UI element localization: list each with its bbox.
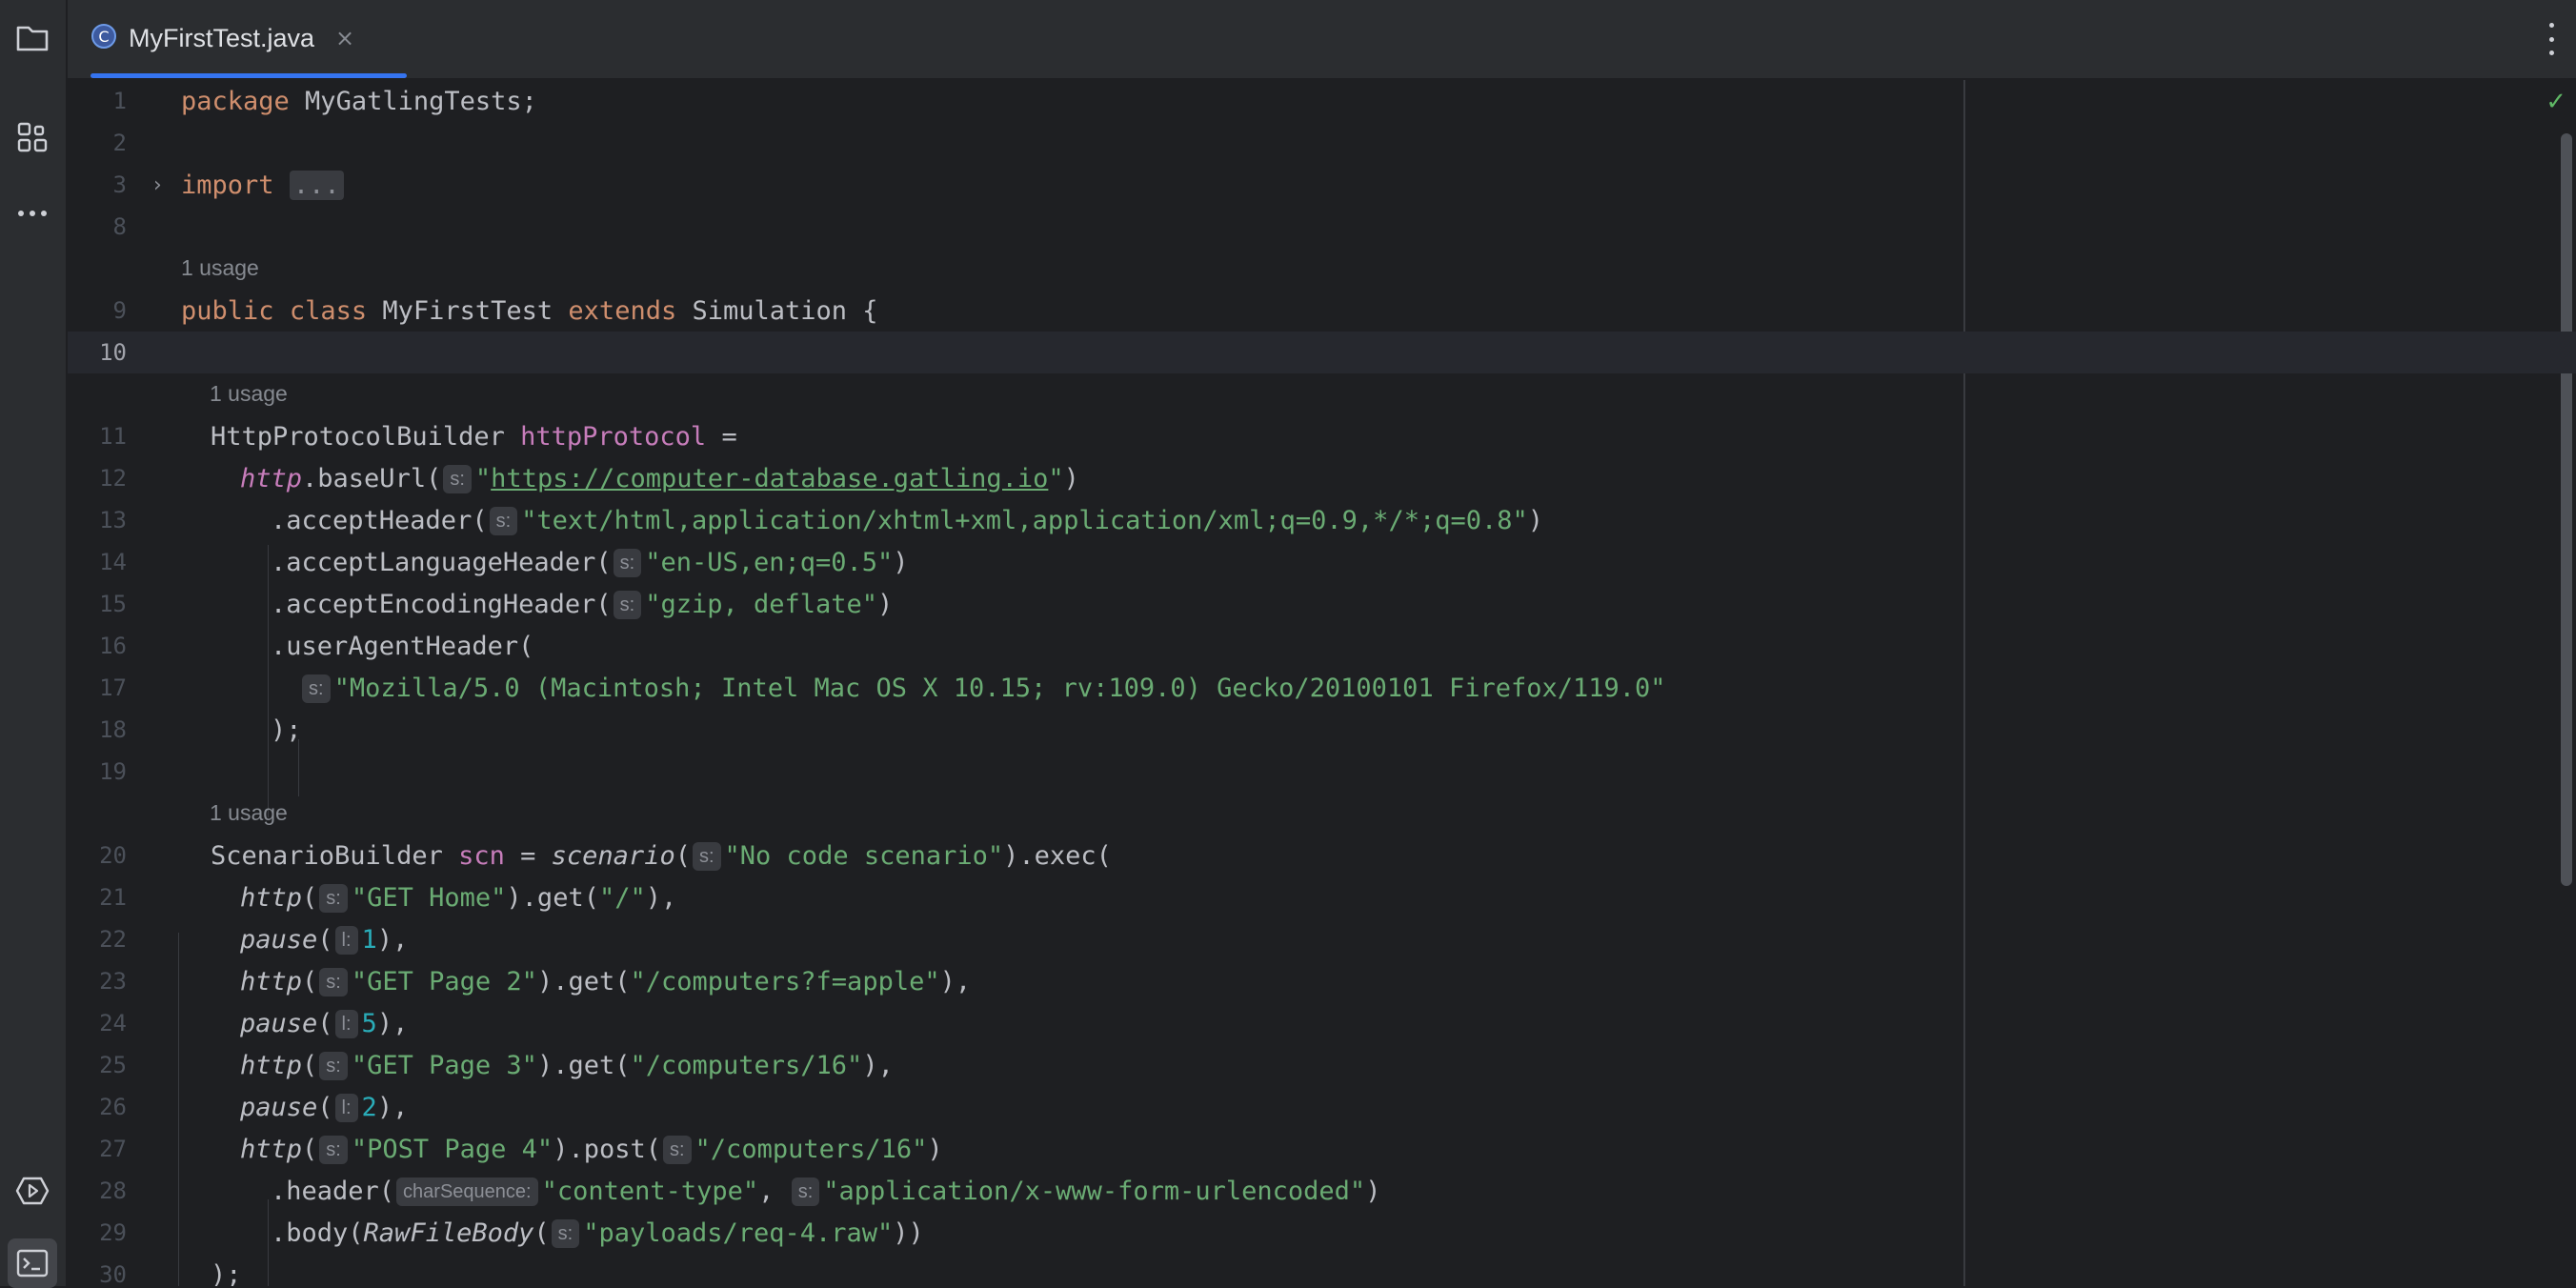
- close-icon[interactable]: ×: [335, 25, 354, 51]
- code-line: 15 .acceptEncodingHeader(s: "gzip, deflat…: [68, 583, 2576, 625]
- line-number: 19: [99, 758, 127, 785]
- line-number: 11: [99, 423, 127, 450]
- more-icon[interactable]: [8, 189, 57, 238]
- code-editor[interactable]: ✓ 1 package MyGatlingTests; 2 3 › import…: [68, 80, 2576, 1286]
- url-link[interactable]: https://computer-database.gatling.io: [491, 464, 1048, 493]
- code-line: 14 .acceptLanguageHeader(s: "en-US,en;q=0…: [68, 541, 2576, 583]
- code-line: 12 http.baseUrl(s: "https://computer-data…: [68, 457, 2576, 499]
- code-line: 9 public class MyFirstTest extends Simul…: [68, 290, 2576, 332]
- folded-imports[interactable]: ...: [289, 170, 344, 200]
- code-line: 25 http(s: "GET Page 3").get("/computers/…: [68, 1044, 2576, 1086]
- line-number: 28: [99, 1177, 127, 1204]
- line-number: 30: [99, 1261, 127, 1286]
- line-code: public class MyFirstTest extends Simulat…: [181, 295, 878, 326]
- line-code: .acceptEncodingHeader(s: "gzip, deflate"): [271, 589, 894, 619]
- line-number: 9: [112, 297, 127, 324]
- code-line: 28 .header(charSequence: "content-type", …: [68, 1170, 2576, 1212]
- line-code: .acceptHeader(s: "text/html,application/x…: [271, 505, 1544, 535]
- line-number: 2: [112, 130, 127, 156]
- line-number: 13: [99, 507, 127, 533]
- code-line: 17 s: "Mozilla/5.0 (Macintosh; Intel Mac …: [68, 667, 2576, 709]
- line-number: 17: [99, 674, 127, 701]
- line-number: 10: [99, 339, 127, 366]
- tab-label: MyFirstTest.java: [129, 23, 315, 52]
- line-code: http(s: "GET Page 3").get("/computers/16"…: [240, 1050, 894, 1080]
- line-code: pause(l: 2),: [240, 1092, 409, 1122]
- line-number: 29: [99, 1219, 127, 1246]
- line-code: http(s: "GET Page 2").get("/computers?f=a…: [240, 966, 972, 996]
- line-code: package MyGatlingTests;: [181, 86, 537, 116]
- class-icon: C: [91, 23, 117, 53]
- folder-icon[interactable]: [8, 13, 57, 63]
- line-number: 23: [99, 968, 127, 995]
- code-line: 23 http(s: "GET Page 2").get("/computers?…: [68, 960, 2576, 1002]
- line-number: 20: [99, 842, 127, 869]
- line-number: 14: [99, 549, 127, 575]
- usage-hint[interactable]: 1 usage: [181, 255, 259, 281]
- code-line: 22 pause(l: 1),: [68, 918, 2576, 960]
- line-number: 8: [112, 213, 127, 240]
- line-code: .acceptLanguageHeader(s: "en-US,en;q=0.5"…: [271, 547, 909, 577]
- code-line: 8: [68, 206, 2576, 248]
- code-line: 21 http(s: "GET Home").get("/"),: [68, 876, 2576, 918]
- line-code: pause(l: 5),: [240, 1008, 409, 1038]
- line-number: 15: [99, 591, 127, 617]
- active-tab-indicator: [91, 73, 407, 78]
- tool-window-bar: [0, 0, 68, 1288]
- line-code: ScenarioBuilder scn = scenario(s: "No cod…: [211, 840, 1112, 871]
- code-line: 19: [68, 751, 2576, 793]
- line-code: http.baseUrl(s: "https://computer-databas…: [240, 463, 1079, 493]
- line-code: import ...: [181, 170, 344, 200]
- line-code: http(s: "POST Page 4").post(s: "/computers…: [240, 1134, 943, 1164]
- code-line: 2: [68, 122, 2576, 164]
- code-line: 1 package MyGatlingTests;: [68, 80, 2576, 122]
- line-code: HttpProtocolBuilder httpProtocol =: [211, 421, 737, 452]
- terminal-icon[interactable]: [8, 1238, 57, 1288]
- line-number: 24: [99, 1010, 127, 1036]
- code-line: 18 );: [68, 709, 2576, 751]
- code-line: 11 HttpProtocolBuilder httpProtocol =: [68, 415, 2576, 457]
- code-line: 29 .body(RawFileBody(s: "payloads/req-4.r…: [68, 1212, 2576, 1254]
- more-options-icon[interactable]: [2546, 23, 2557, 55]
- current-line: 10: [68, 332, 2576, 373]
- usage-hint[interactable]: 1 usage: [210, 800, 288, 826]
- line-code: .userAgentHeader(: [271, 631, 534, 661]
- line-code: pause(l: 1),: [240, 924, 409, 955]
- line-number: 27: [99, 1136, 127, 1162]
- code-line: 30 );: [68, 1254, 2576, 1287]
- line-number: 12: [99, 465, 127, 492]
- run-icon[interactable]: [8, 1166, 57, 1216]
- tab-myfirsttest[interactable]: C MyFirstTest.java ×: [91, 0, 407, 78]
- expand-fold-icon[interactable]: ›: [153, 173, 162, 197]
- editor-tab-bar: C MyFirstTest.java ×: [68, 0, 2576, 80]
- line-number: 25: [99, 1052, 127, 1078]
- usage-hint[interactable]: 1 usage: [210, 381, 288, 407]
- code-line: 26 pause(l: 2),: [68, 1086, 2576, 1128]
- line-code: );: [211, 1259, 242, 1287]
- svg-text:C: C: [98, 28, 109, 46]
- line-code: s: "Mozilla/5.0 (Macintosh; Intel Mac OS …: [300, 674, 1666, 703]
- code-line: 13 .acceptHeader(s: "text/html,applicatio…: [68, 499, 2576, 541]
- line-number: 18: [99, 716, 127, 743]
- code-line: 16 .userAgentHeader(: [68, 625, 2576, 667]
- code-line: 27 http(s: "POST Page 4").post(s: "/comput…: [68, 1128, 2576, 1170]
- code-line: 20 ScenarioBuilder scn = scenario(s: "No …: [68, 835, 2576, 876]
- line-number: 1: [112, 88, 127, 114]
- line-code: .body(RawFileBody(s: "payloads/req-4.raw"…: [271, 1218, 924, 1248]
- line-code: http(s: "GET Home").get("/"),: [240, 882, 677, 913]
- structure-icon[interactable]: [8, 112, 57, 162]
- code-line: 24 pause(l: 5),: [68, 1002, 2576, 1044]
- line-number: 22: [99, 926, 127, 953]
- line-code: .header(charSequence: "content-type", s: "…: [271, 1176, 1381, 1206]
- line-number: 26: [99, 1094, 127, 1120]
- line-number: 21: [99, 884, 127, 911]
- line-number: 3: [112, 171, 127, 198]
- code-line: 3 › import ...: [68, 164, 2576, 206]
- line-code: );: [271, 714, 302, 745]
- line-number: 16: [99, 633, 127, 659]
